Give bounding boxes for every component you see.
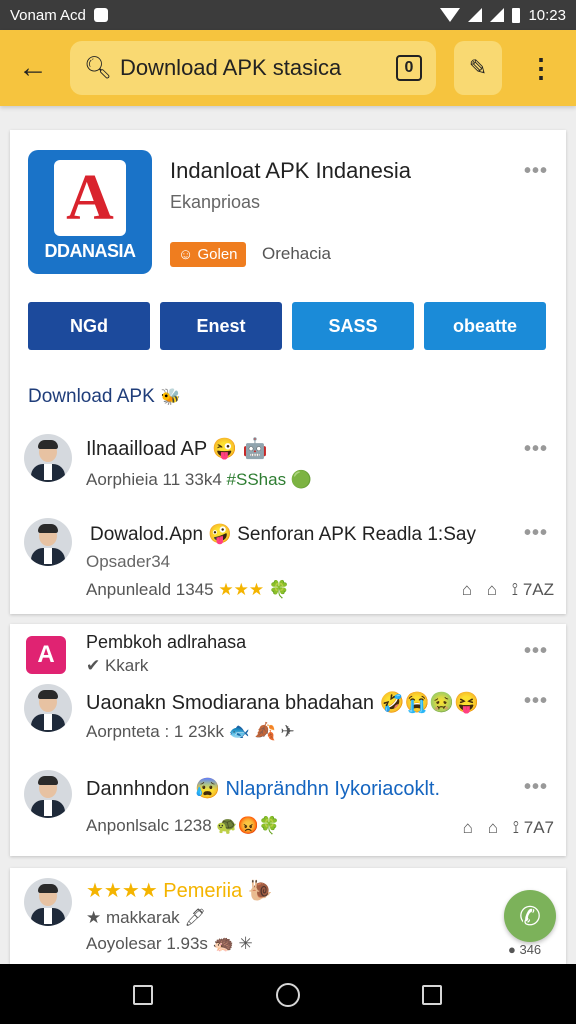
search-icon: 🔍︎ xyxy=(84,55,112,80)
signal-icon xyxy=(468,8,483,22)
post-link[interactable]: Nlaprändhn Iykoriacoklt. xyxy=(225,778,440,800)
post-meta: Anpunleald 1345 ★★★ 🍀 xyxy=(86,580,290,600)
feed-card: A Pembkoh adlrahasa ✔ Kkark ••• Uaonakn … xyxy=(10,624,566,856)
post-title: ★★★★ Pemeriia 🐌 xyxy=(86,878,273,903)
app-card: A DDANASIA Indanloat APK Indanesia Ekanp… xyxy=(10,130,566,614)
list-item[interactable]: Dowalod.Apn 🤪 Senforan APK Readla 1:Say … xyxy=(10,516,566,606)
nav-home-icon[interactable] xyxy=(276,983,300,1007)
more-vert-icon[interactable]: ⋮ xyxy=(528,53,554,84)
search-input[interactable] xyxy=(119,55,390,81)
fab-count: ● 346 xyxy=(508,942,542,957)
obeatte-button[interactable]: obeatte xyxy=(424,302,546,350)
avatar[interactable] xyxy=(24,434,72,482)
wifi-icon xyxy=(440,8,461,22)
nav-recents-icon[interactable] xyxy=(422,985,442,1005)
phone-icon[interactable]: ✆ xyxy=(504,890,556,942)
logo-letter: A xyxy=(54,160,126,236)
app-category: Orehacia xyxy=(262,244,331,263)
post-meta-highlight: #SShas 🟢 xyxy=(226,470,312,489)
like-icon[interactable]: ⌂ xyxy=(462,580,472,599)
avatar[interactable] xyxy=(24,770,72,818)
signal-icon-2 xyxy=(490,8,505,22)
post-subtitle: Opsader34 xyxy=(86,552,171,571)
status-badge: ☺ Golen xyxy=(170,242,246,267)
card-header-sub: ✔ Kkark xyxy=(86,656,149,675)
avatar[interactable] xyxy=(24,518,72,566)
post-actions: ⌂ ⌂ ⟟ 7AZ xyxy=(452,580,554,600)
app-logo[interactable]: A DDANASIA xyxy=(28,150,152,274)
reaction-count[interactable]: ⟟ 7A7 xyxy=(513,818,554,837)
post-meta-prefix: Aorphieia 11 33k4 xyxy=(86,470,222,489)
ngd-button[interactable]: NGd xyxy=(28,302,150,350)
edit-icon[interactable]: ✎ xyxy=(454,41,502,95)
nav-back-icon[interactable] xyxy=(133,985,153,1005)
app-subtitle: Ekanprioas xyxy=(170,192,261,212)
post-title: Dowalod.Apn 🤪 Senforan APK Readla 1:Say xyxy=(90,524,476,545)
post-title-text: ★★★★ Pemeriia 🐌 xyxy=(86,880,273,902)
post-meta: Aoyolesar 1.93s 🦔 ✳ xyxy=(86,934,253,953)
status-bar: Vonam Acd 10:23 xyxy=(0,0,576,30)
section-title: Download APK 🐝 xyxy=(28,386,181,408)
rating-stars: ★★★ 🍀 xyxy=(218,580,290,599)
reaction-count[interactable]: ⟟ 7AZ xyxy=(512,580,554,599)
like-icon[interactable]: ⌂ xyxy=(463,818,473,837)
post-meta: Aorpnteta : 1 23kk 🐟 🍂 ✈ xyxy=(86,722,295,741)
carrier-label: Vonam Acd xyxy=(10,6,86,24)
back-arrow-icon[interactable]: ← xyxy=(14,49,52,87)
more-options-icon[interactable]: ••• xyxy=(524,776,548,799)
share-icon[interactable]: ⌂ xyxy=(487,580,497,599)
post-sub: ★ makkarak 🖊 xyxy=(86,908,206,927)
list-item[interactable]: Ilnaailload AP 😜 🤖 Aorphieia 11 33k4 #SS… xyxy=(10,430,566,500)
post-title: Dannhndon 😰 Nlaprändhn Iykoriacoklt. xyxy=(86,776,440,801)
top-toolbar: ← 🔍︎ 0 ✎ ⋮ xyxy=(0,30,576,106)
share-icon[interactable]: ⌂ xyxy=(488,818,498,837)
notification-icon xyxy=(93,8,108,22)
list-item[interactable]: Dannhndon 😰 Nlaprändhn Iykoriacoklt. Anp… xyxy=(10,768,566,848)
system-nav-bar xyxy=(0,964,576,1024)
enest-button[interactable]: Enest xyxy=(160,302,282,350)
app-icon[interactable]: A xyxy=(26,636,66,674)
post-title: Ilnaailload AP 😜 🤖 xyxy=(86,438,268,460)
more-options-icon[interactable]: ••• xyxy=(524,438,548,461)
post-title-text: Dannhndon 😰 xyxy=(86,778,220,800)
more-options-icon[interactable]: ••• xyxy=(524,522,548,545)
list-item[interactable]: Uaonakn Smodiarana bhadahan 🤣😭🤢😝 Aorpnte… xyxy=(10,684,566,754)
post-meta-prefix: Anpunleald 1345 xyxy=(86,580,214,599)
action-buttons: NGd Enest SASS obeatte xyxy=(28,302,548,350)
more-options-icon[interactable]: ••• xyxy=(524,640,548,663)
avatar[interactable] xyxy=(24,684,72,732)
section-emoji: 🐝 xyxy=(160,389,181,406)
battery-icon xyxy=(512,7,521,23)
sass-button[interactable]: SASS xyxy=(292,302,414,350)
feed-card-3: ★★★★ Pemeriia 🐌 ★ makkarak 🖊 Aoyolesar 1… xyxy=(10,868,566,964)
search-box[interactable]: 🔍︎ 0 xyxy=(70,41,436,95)
clock: 10:23 xyxy=(528,6,566,24)
avatar[interactable] xyxy=(24,878,72,926)
post-meta: Aorphieia 11 33k4 #SShas 🟢 xyxy=(86,470,312,490)
post-actions: ⌂ ⌂ ⟟ 7A7 xyxy=(453,818,554,838)
card-header-title: Pembkoh adlrahasa xyxy=(86,632,247,652)
app-title: Indanloat APK Indanesia xyxy=(170,158,411,183)
section-title-text: Download APK xyxy=(28,386,155,407)
clipboard-icon[interactable]: 0 xyxy=(396,55,422,81)
list-item[interactable]: ★★★★ Pemeriia 🐌 ★ makkarak 🖊 Aoyolesar 1… xyxy=(10,876,566,956)
more-options-icon[interactable]: ••• xyxy=(524,160,548,183)
post-meta: Anponlsalc 1238 🐢😡🍀 xyxy=(86,816,280,835)
more-options-icon[interactable]: ••• xyxy=(524,690,548,713)
logo-text: DDANASIA xyxy=(44,241,136,261)
post-title: Uaonakn Smodiarana bhadahan 🤣😭🤢😝 xyxy=(86,692,480,714)
